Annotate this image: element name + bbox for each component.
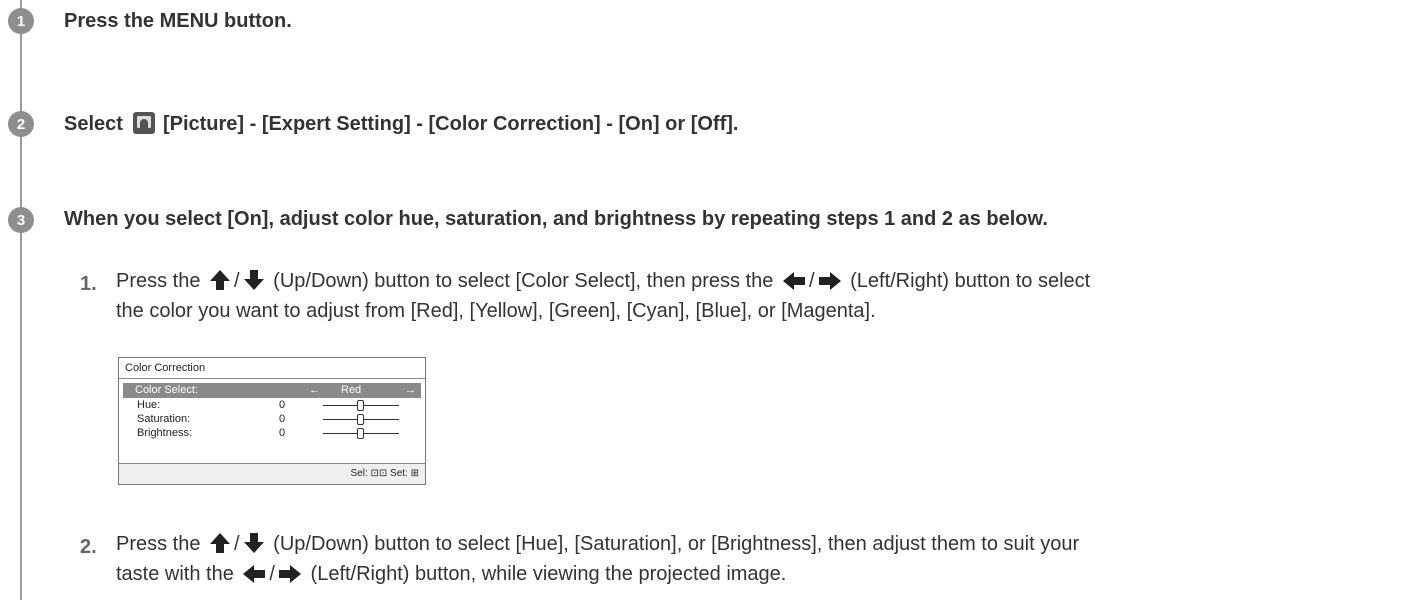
menu-row-color-select: Color Select: ← Red → xyxy=(123,383,421,398)
menu-row-label: Brightness: xyxy=(137,427,193,439)
menu-row-value: 0 xyxy=(279,413,286,425)
slash: / xyxy=(234,533,240,555)
substep-2-line2: taste with the / (Left/Right) button, wh… xyxy=(116,563,786,586)
menu-row-label: Color Select: xyxy=(135,384,198,396)
hue-slider xyxy=(323,400,399,411)
substep-1-number: 1. xyxy=(80,273,97,295)
substep-2-text-a: Press the xyxy=(116,533,201,555)
substep-2-line1: Press the / (Up/Down) button to select [… xyxy=(116,532,1079,556)
step-2-text: Select [Picture] - [Expert Setting] - [Co… xyxy=(64,112,738,136)
menu-row-brightness: Brightness: 0 xyxy=(119,426,425,440)
arrow-down-icon xyxy=(243,533,264,553)
slider-knob xyxy=(357,400,364,411)
step-1-text: Press the MENU button. xyxy=(64,10,292,32)
substep-2-number: 2. xyxy=(80,536,97,558)
menu-row-value: Red xyxy=(341,384,362,396)
brightness-slider xyxy=(323,428,399,439)
slash: / xyxy=(269,563,275,585)
arrow-up-icon xyxy=(210,270,231,290)
step-3-text: When you select [On], adjust color hue, … xyxy=(64,208,1048,230)
arrow-right-icon xyxy=(278,565,301,583)
menu-row-hue: Hue: 0 xyxy=(119,398,425,412)
substep-1-line1: Press the / (Up/Down) button to select [… xyxy=(116,269,1090,293)
step-3-badge: 3 xyxy=(8,207,34,233)
menu-title: Color Correction xyxy=(119,358,425,379)
substep-1-line2: the color you want to adjust from [Red],… xyxy=(116,300,876,322)
step-2-prefix: Select xyxy=(64,113,123,135)
picture-icon xyxy=(132,112,155,134)
substep-2-text-b: (Up/Down) button to select [Hue], [Satur… xyxy=(273,533,1080,555)
arrow-down-icon xyxy=(243,270,264,290)
left-arrow-small-icon: ← xyxy=(309,384,320,396)
step-1-badge: 1 xyxy=(8,8,34,34)
menu-row-value: 0 xyxy=(279,399,286,411)
arrow-left-icon xyxy=(782,272,805,290)
step-2-path: [Picture] - [Expert Setting] - [Color Co… xyxy=(162,113,739,135)
substep-1-text-a: Press the xyxy=(116,270,201,292)
right-arrow-small-icon: → xyxy=(405,384,416,396)
menu-row-label: Hue: xyxy=(137,399,161,411)
step-rail xyxy=(20,0,22,600)
arrow-up-icon xyxy=(210,533,231,553)
arrow-right-icon xyxy=(818,272,841,290)
menu-row-label: Saturation: xyxy=(137,413,191,425)
menu-row-saturation: Saturation: 0 xyxy=(119,412,425,426)
substep-2-text-c: taste with the xyxy=(116,563,234,585)
substep-1-text-c: (Left/Right) button to select xyxy=(850,270,1091,292)
saturation-slider xyxy=(323,414,399,425)
menu-footer: Sel: ⊡⊡ Set: ⊞ xyxy=(119,463,425,484)
step-2-badge: 2 xyxy=(8,111,34,137)
slider-knob xyxy=(357,414,364,425)
slider-knob xyxy=(357,428,364,439)
substep-1-text-b: (Up/Down) button to select [Color Select… xyxy=(273,270,774,292)
substep-2-text-d: (Left/Right) button, while viewing the p… xyxy=(310,563,787,585)
arrow-left-icon xyxy=(243,565,266,583)
slash: / xyxy=(234,270,240,292)
color-correction-menu: Color Correction Color Select: ← Red → H… xyxy=(118,357,426,485)
slash: / xyxy=(808,270,815,292)
menu-row-value: 0 xyxy=(279,427,286,439)
